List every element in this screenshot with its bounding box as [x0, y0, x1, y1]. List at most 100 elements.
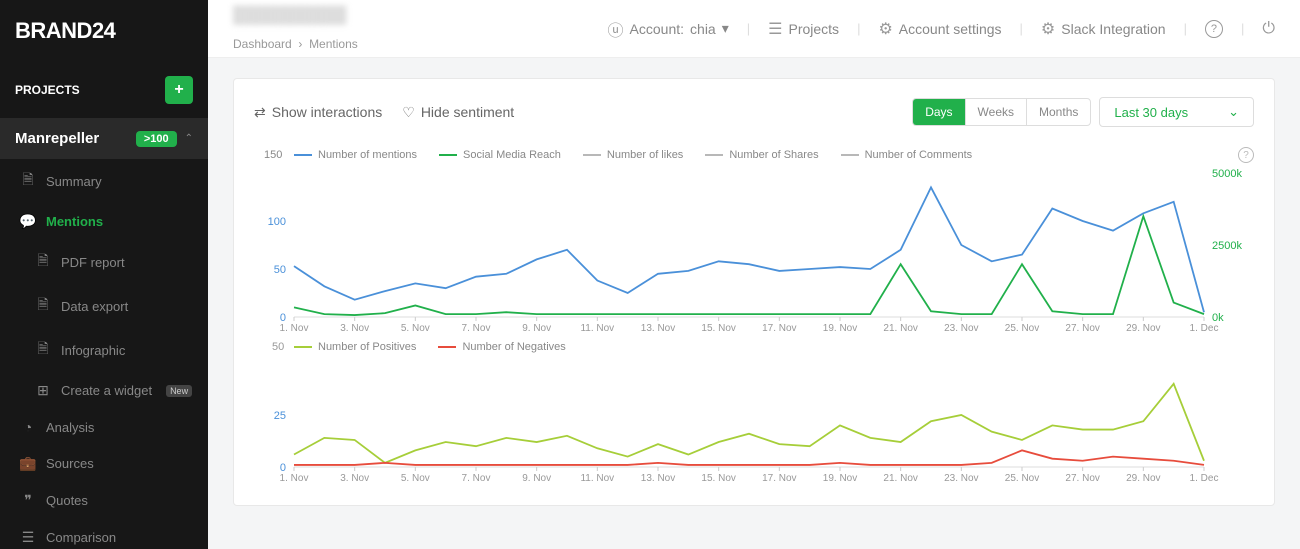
svg-text:1. Dec: 1. Dec	[1190, 323, 1219, 334]
svg-text:9. Nov: 9. Nov	[522, 473, 551, 484]
legend-negatives[interactable]: Number of Negatives	[438, 341, 565, 353]
legend-swatch	[294, 346, 312, 348]
sidebar-item-label: Create a widget	[61, 383, 152, 398]
chart-help-icon[interactable]: ?	[1238, 147, 1254, 163]
sentiment-chart: 0251. Nov3. Nov5. Nov7. Nov9. Nov11. Nov…	[254, 357, 1254, 487]
legend-swatch	[583, 154, 601, 156]
topbar-label: Slack Integration	[1061, 21, 1165, 37]
project-header[interactable]: Manrepeller >100 ⌃	[0, 118, 208, 159]
content: ⇄ Show interactions ♡ Hide sentiment Day…	[208, 58, 1300, 549]
sidebar-item-pdf-report[interactable]: 🗎 PDF report	[0, 240, 208, 284]
separator: |	[1184, 21, 1187, 36]
list-icon: ☰	[20, 529, 36, 546]
svg-text:1. Nov: 1. Nov	[280, 473, 309, 484]
legend-swatch	[439, 154, 457, 156]
legend-shares[interactable]: Number of Shares	[705, 149, 818, 161]
svg-text:1. Nov: 1. Nov	[280, 323, 309, 334]
legend-likes[interactable]: Number of likes	[583, 149, 683, 161]
sidebar-item-data-export[interactable]: 🗎 Data export	[0, 284, 208, 328]
legend-comments[interactable]: Number of Comments	[841, 149, 973, 161]
svg-text:23. Nov: 23. Nov	[944, 323, 978, 334]
sidebar-item-create-widget[interactable]: ⊞ Create a widget New	[0, 372, 208, 409]
project-name: Manrepeller	[15, 130, 99, 147]
sidebar: BRAND24 PROJECTS + Manrepeller >100 ⌃ 🗎 …	[0, 0, 208, 549]
legend-label: Number of Positives	[318, 341, 416, 353]
legend-label: Number of Negatives	[462, 341, 565, 353]
ytick-top: 150	[264, 149, 282, 161]
legend-positives[interactable]: Number of Positives	[294, 341, 416, 353]
sidebar-item-mentions[interactable]: 💬 Mentions	[0, 203, 208, 240]
legend-label: Number of likes	[607, 149, 683, 161]
help-button[interactable]: ?	[1205, 20, 1223, 38]
svg-text:15. Nov: 15. Nov	[701, 473, 735, 484]
granularity-pills: Days Weeks Months	[912, 98, 1091, 126]
new-badge: New	[166, 385, 192, 397]
sidebar-item-label: PDF report	[61, 255, 125, 270]
show-interactions-toggle[interactable]: ⇄ Show interactions	[254, 104, 382, 121]
pie-icon: ◔	[20, 419, 36, 435]
widget-icon: ⊞	[35, 382, 51, 399]
user-icon: ⓤ	[608, 17, 624, 41]
menu-icon: ☰	[768, 19, 782, 39]
breadcrumb: Dashboard › Mentions	[233, 37, 358, 51]
project-title-blurred: ██████████	[233, 7, 358, 25]
sidebar-item-summary[interactable]: 🗎 Summary	[0, 159, 208, 203]
sidebar-item-analysis[interactable]: ◔ Analysis	[0, 409, 208, 445]
infographic-icon: 🗎	[35, 338, 51, 362]
top-actions: ⓤ Account: chia ▾ | ☰ Projects | ⚙ Accou…	[608, 17, 1275, 41]
svg-text:19. Nov: 19. Nov	[823, 323, 857, 334]
svg-text:25. Nov: 25. Nov	[1005, 473, 1039, 484]
plus-icon: +	[174, 81, 183, 99]
legend-label: Number of Comments	[865, 149, 973, 161]
legend-reach[interactable]: Social Media Reach	[439, 149, 561, 161]
sidebar-item-quotes[interactable]: ❞ Quotes	[0, 482, 208, 519]
chevron-up-icon: ⌃	[185, 133, 193, 144]
account-menu[interactable]: ⓤ Account: chia ▾	[608, 17, 729, 41]
sidebar-item-comparison[interactable]: ☰ Comparison	[0, 519, 208, 549]
add-project-button[interactable]: +	[165, 76, 193, 104]
svg-text:19. Nov: 19. Nov	[823, 473, 857, 484]
svg-text:13. Nov: 13. Nov	[641, 323, 675, 334]
svg-text:50: 50	[274, 264, 286, 276]
breadcrumb-dashboard[interactable]: Dashboard	[233, 37, 292, 51]
gear-icon: ⚙	[878, 19, 892, 39]
legend-mentions[interactable]: Number of mentions	[294, 149, 417, 161]
brand-logo: BRAND24	[0, 0, 208, 62]
document-icon: 🗎	[20, 169, 36, 193]
slack-integration-link[interactable]: ⚙ Slack Integration	[1041, 19, 1166, 39]
hide-sentiment-toggle[interactable]: ♡ Hide sentiment	[402, 104, 514, 121]
sidebar-item-label: Analysis	[46, 420, 94, 435]
briefcase-icon: 💼	[20, 455, 36, 472]
svg-text:2500k: 2500k	[1212, 240, 1242, 252]
sentiment-chart-block: 50 Number of Positives Number of Negativ…	[254, 341, 1254, 487]
help-icon: ?	[1205, 20, 1223, 38]
chart-card: ⇄ Show interactions ♡ Hide sentiment Day…	[233, 78, 1275, 506]
sidebar-item-sources[interactable]: 💼 Sources	[0, 445, 208, 482]
svg-text:17. Nov: 17. Nov	[762, 323, 796, 334]
separator: |	[1020, 21, 1023, 36]
projects-link[interactable]: ☰ Projects	[768, 19, 839, 39]
separator: |	[747, 21, 750, 36]
legend-swatch	[294, 154, 312, 156]
legend-label: Number of mentions	[318, 149, 417, 161]
account-settings-link[interactable]: ⚙ Account settings	[878, 19, 1001, 39]
pill-months[interactable]: Months	[1027, 99, 1090, 125]
svg-text:5000k: 5000k	[1212, 168, 1242, 180]
svg-text:29. Nov: 29. Nov	[1126, 323, 1160, 334]
pill-days[interactable]: Days	[913, 99, 965, 125]
breadcrumb-mentions[interactable]: Mentions	[309, 37, 358, 51]
date-range-select[interactable]: Last 30 days ⌄	[1099, 97, 1254, 127]
projects-section-header: PROJECTS +	[0, 62, 208, 118]
ytick-top: 50	[272, 341, 284, 353]
toggle-label: Show interactions	[272, 104, 383, 120]
chevron-down-icon: ⌄	[1228, 104, 1239, 120]
heart-icon: ♡	[402, 104, 415, 121]
pill-weeks[interactable]: Weeks	[966, 99, 1027, 125]
account-label: Account:	[630, 21, 684, 37]
svg-text:11. Nov: 11. Nov	[580, 473, 614, 484]
speech-icon: 💬	[20, 213, 36, 230]
svg-text:13. Nov: 13. Nov	[641, 473, 675, 484]
logout-button[interactable]: ⏻	[1262, 20, 1275, 38]
sidebar-item-infographic[interactable]: 🗎 Infographic	[0, 328, 208, 372]
separator: |	[1241, 21, 1244, 36]
